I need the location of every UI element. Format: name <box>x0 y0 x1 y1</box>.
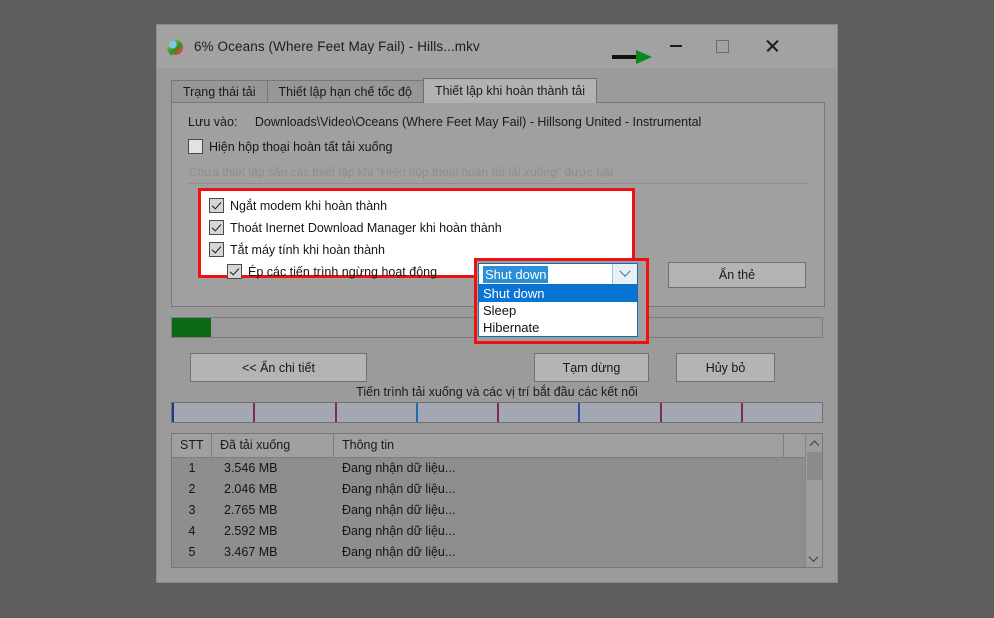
maximize-icon <box>715 39 729 53</box>
cell-size: 3.467 MB <box>224 545 278 559</box>
cell-size: 3.546 MB <box>224 461 278 475</box>
chevron-down-icon[interactable] <box>806 550 821 567</box>
power-action-combobox[interactable]: Shut down Shut down Sleep Hibernate <box>478 263 638 337</box>
disabled-settings-note: Chưa thiết lập sẵn các thiết lập khi "Hi… <box>189 165 614 179</box>
connection-segment <box>415 403 497 422</box>
close-button[interactable] <box>749 25 795 67</box>
checkbox-shutdown-computer[interactable]: Tắt máy tính khi hoàn thành <box>209 242 385 257</box>
idm-download-window: 6% Oceans (Where Feet May Fail) - Hills.… <box>157 25 837 582</box>
close-icon <box>765 39 779 53</box>
column-header-downloaded: Đã tải xuống <box>212 434 334 457</box>
table-row[interactable]: 1 3.546 MB Đang nhận dữ liệu... <box>172 458 822 479</box>
table-row[interactable]: 6 2.687 MB Đang nhận dữ liệu... <box>172 563 822 567</box>
idm-globe-icon <box>167 38 185 56</box>
chevron-up-icon[interactable] <box>806 434 822 451</box>
checkbox-label: Thoát Inernet Download Manager khi hoàn … <box>230 220 502 235</box>
combobox-option-hibernate[interactable]: Hibernate <box>479 319 637 336</box>
connection-segment <box>659 403 741 422</box>
connection-segment <box>172 403 253 422</box>
table-row[interactable]: 3 2.765 MB Đang nhận dữ liệu... <box>172 500 822 521</box>
minimize-icon <box>670 45 682 47</box>
checkbox-box-icon <box>209 198 224 213</box>
table-body: 1 3.546 MB Đang nhận dữ liệu... 2 2.046 … <box>172 458 822 567</box>
pause-button[interactable]: Tạm dừng <box>534 353 649 382</box>
connection-segment <box>578 403 659 422</box>
window-titlebar: 6% Oceans (Where Feet May Fail) - Hills.… <box>157 25 837 68</box>
hide-tab-button[interactable]: Ẩn thẻ <box>668 262 806 288</box>
checkbox-box-icon <box>209 242 224 257</box>
checkbox-force-processes-terminate[interactable]: Ép các tiến trình ngừng hoạt động <box>227 264 437 279</box>
cancel-button[interactable]: Hủy bỏ <box>676 353 775 382</box>
tab-on-completion[interactable]: Thiết lập khi hoàn thành tải <box>422 78 598 103</box>
cell-stt: 1 <box>188 461 196 475</box>
cell-stt: 4 <box>188 524 196 538</box>
minimize-button[interactable] <box>653 25 699 67</box>
column-header-stt: STT <box>172 434 212 457</box>
connection-segment <box>740 403 822 422</box>
divider <box>188 183 808 184</box>
checkbox-label: Hiện hộp thoại hoàn tất tải xuống <box>209 139 393 154</box>
combobox-field[interactable]: Shut down <box>478 263 638 285</box>
table-row[interactable]: 5 3.467 MB Đang nhận dữ liệu... <box>172 542 822 563</box>
checkbox-box-icon <box>188 139 203 154</box>
connection-segment <box>497 403 578 422</box>
scrollbar-thumb[interactable] <box>807 452 822 480</box>
cell-info: Đang nhận dữ liệu... <box>342 503 456 517</box>
table-row[interactable]: 4 2.592 MB Đang nhận dữ liệu... <box>172 521 822 542</box>
cell-info: Đang nhận dữ liệu... <box>342 524 456 538</box>
tabstrip: Trạng thái tải Thiết lập hạn chế tốc độ … <box>171 78 823 103</box>
cell-stt: 3 <box>188 503 196 517</box>
connections-table: STT Đã tải xuống Thông tin 1 3.546 MB Đa… <box>171 433 823 568</box>
cell-info: Đang nhận dữ liệu... <box>334 563 784 567</box>
save-to-row: Lưu vào: Downloads\Video\Oceans (Where F… <box>188 115 701 129</box>
cell-info: Đang nhận dữ liệu... <box>342 545 456 559</box>
save-to-label: Lưu vào: <box>188 115 238 129</box>
checkbox-label: Tắt máy tính khi hoàn thành <box>230 242 385 257</box>
connections-progress-bar <box>171 402 823 423</box>
combobox-option-shut-down[interactable]: Shut down <box>479 285 637 302</box>
combobox-value: Shut down <box>483 265 549 283</box>
cell-size: 2.592 MB <box>224 524 278 538</box>
tab-speed-limiter[interactable]: Thiết lập hạn chế tốc độ <box>266 80 424 103</box>
combobox-option-sleep[interactable]: Sleep <box>479 302 637 319</box>
checkbox-show-completion-dialog[interactable]: Hiện hộp thoại hoàn tất tải xuống <box>188 139 392 154</box>
checkbox-box-icon <box>209 220 224 235</box>
red-green-arrow-icon <box>612 49 656 65</box>
cell-stt: 5 <box>188 545 196 559</box>
download-progress-fill <box>172 318 211 337</box>
table-header-row: STT Đã tải xuống Thông tin <box>172 434 822 458</box>
on-completion-settings-panel: Lưu vào: Downloads\Video\Oceans (Where F… <box>171 102 825 344</box>
tab-download-status[interactable]: Trạng thái tải <box>171 80 268 103</box>
hide-details-button[interactable]: << Ẩn chi tiết <box>190 353 367 382</box>
cell-size: 2.046 MB <box>224 482 278 496</box>
window-title: 6% Oceans (Where Feet May Fail) - Hills.… <box>194 39 480 54</box>
cell-info: Đang nhận dữ liệu... <box>342 482 456 496</box>
cell-info: Đang nhận dữ liệu... <box>342 461 456 475</box>
checkbox-box-icon <box>227 264 242 279</box>
table-row[interactable]: 2 2.046 MB Đang nhận dữ liệu... <box>172 479 822 500</box>
checkbox-label: Ngắt modem khi hoàn thành <box>230 198 388 213</box>
cell-stt: 6 <box>172 563 212 567</box>
table-scrollbar[interactable] <box>805 434 822 567</box>
cell-stt: 2 <box>188 482 196 496</box>
checkbox-label: Ép các tiến trình ngừng hoạt động <box>248 264 438 279</box>
save-to-path: Downloads\Video\Oceans (Where Feet May F… <box>254 115 702 129</box>
chevron-down-icon[interactable] <box>612 264 637 284</box>
connection-segment <box>334 403 416 422</box>
checkbox-disconnect-modem[interactable]: Ngắt modem khi hoàn thành <box>209 198 387 213</box>
connection-segment <box>253 403 334 422</box>
cell-size: 2.687 MB <box>212 563 334 567</box>
maximize-button[interactable] <box>699 25 745 67</box>
checkbox-exit-idm[interactable]: Thoát Inernet Download Manager khi hoàn … <box>209 220 502 235</box>
cell-size: 2.765 MB <box>224 503 278 517</box>
connections-caption: Tiến trình tải xuống và các vị trí bắt đ… <box>356 385 638 399</box>
combobox-option-list: Shut down Sleep Hibernate <box>478 285 638 337</box>
column-header-info: Thông tin <box>334 434 784 457</box>
